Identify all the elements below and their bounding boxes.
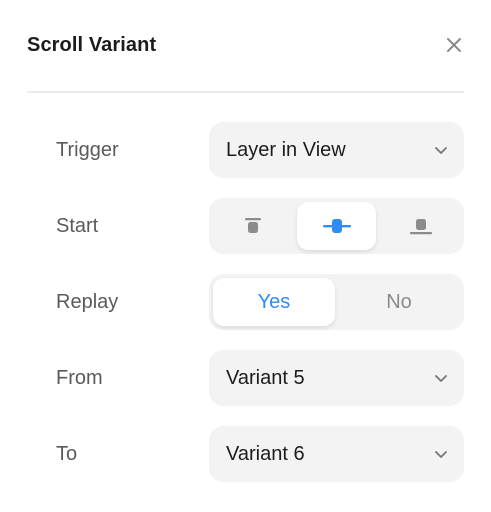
align-bottom-icon <box>409 219 432 235</box>
to-select[interactable]: Variant 6 <box>209 426 464 482</box>
replay-yes-button[interactable]: Yes <box>213 278 335 326</box>
from-label: From <box>56 367 103 389</box>
from-select[interactable]: Variant 5 <box>209 350 464 406</box>
header-divider <box>27 91 464 93</box>
trigger-select[interactable]: Layer in View <box>209 122 464 178</box>
close-button[interactable] <box>442 33 466 57</box>
replay-no-button[interactable]: No <box>338 278 460 326</box>
chevron-down-icon <box>435 147 447 154</box>
dialog-title: Scroll Variant <box>27 34 157 56</box>
start-option-bottom[interactable] <box>381 202 460 250</box>
start-segmented-control <box>209 198 464 254</box>
chevron-down-icon <box>435 451 447 458</box>
scroll-variant-dialog: Scroll Variant Trigger Layer in View Sta… <box>0 0 491 512</box>
chevron-down-icon <box>435 375 447 382</box>
trigger-value: Layer in View <box>226 138 346 161</box>
from-value: Variant 5 <box>226 366 305 389</box>
align-top-icon <box>244 218 261 233</box>
start-label: Start <box>56 215 99 237</box>
trigger-label: Trigger <box>56 139 119 161</box>
to-value: Variant 6 <box>226 442 305 465</box>
to-label: To <box>56 443 78 465</box>
replay-segmented-control: Yes No <box>209 274 464 330</box>
close-icon <box>447 38 461 52</box>
align-center-icon <box>322 219 351 233</box>
replay-label: Replay <box>56 291 119 313</box>
start-option-top[interactable] <box>213 202 292 250</box>
start-option-center[interactable] <box>297 202 376 250</box>
